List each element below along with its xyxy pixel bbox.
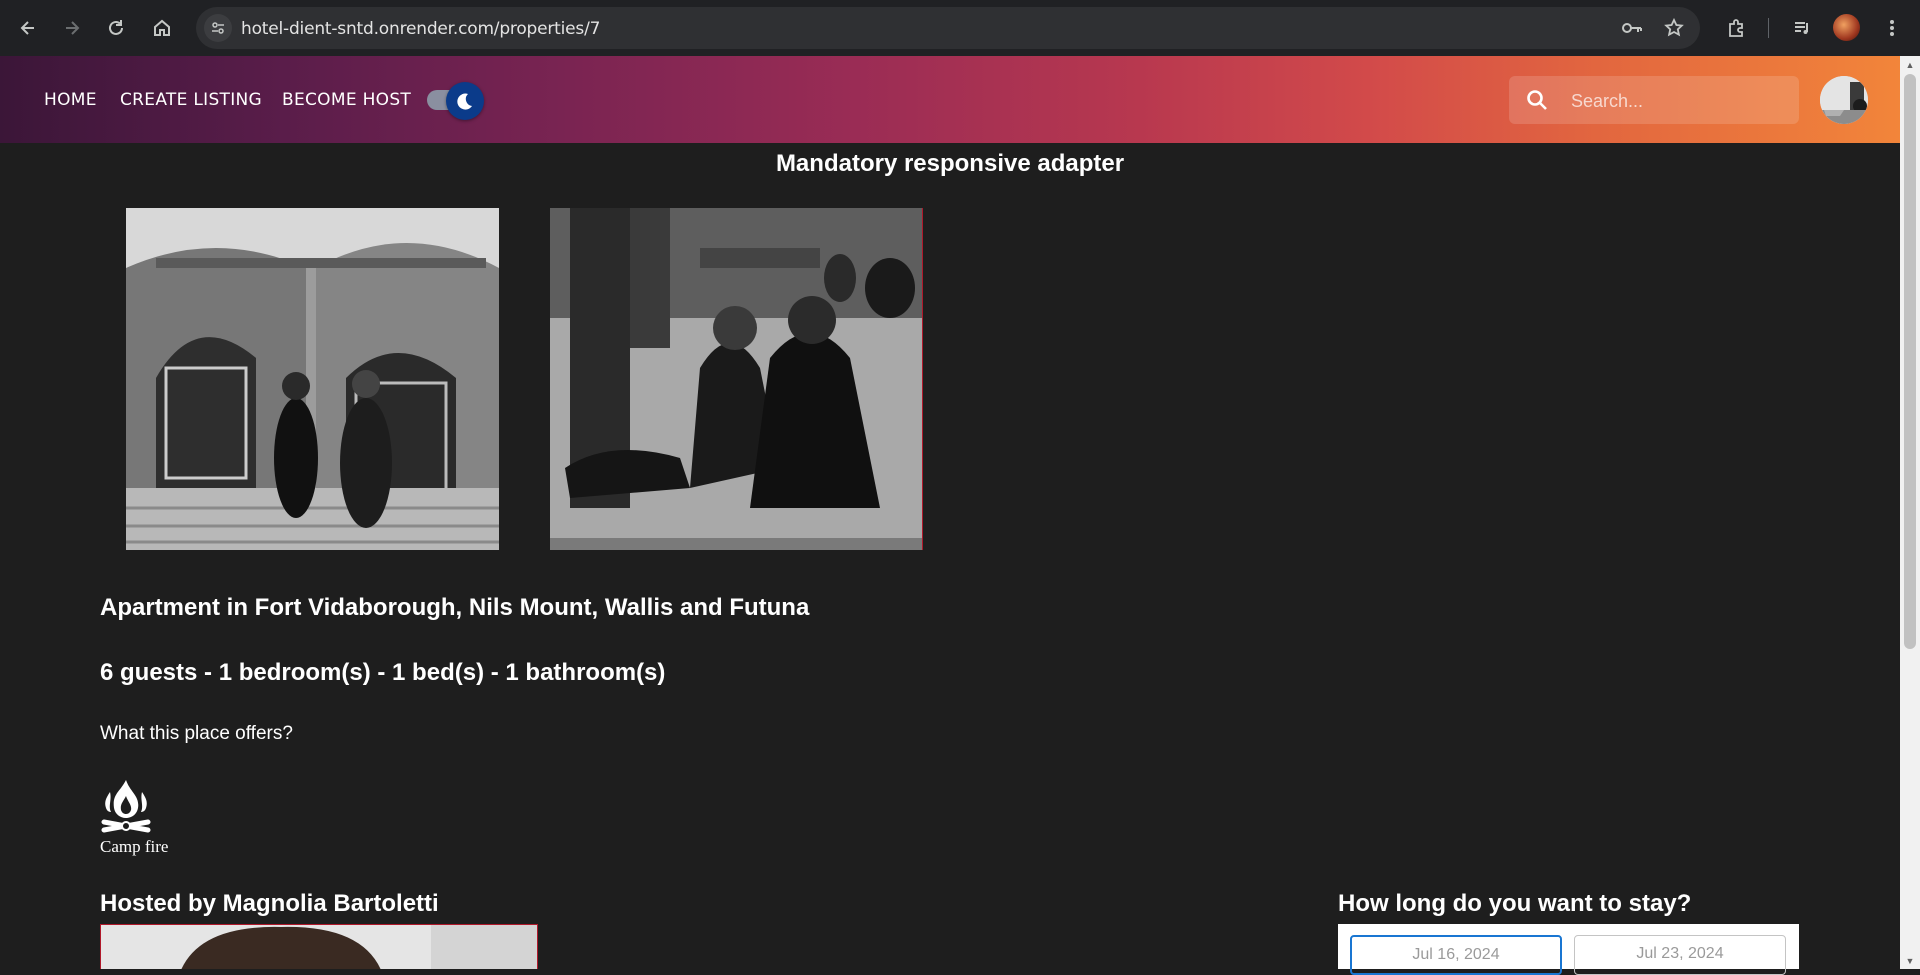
toolbar-divider bbox=[1768, 18, 1769, 38]
site-info-icon[interactable] bbox=[204, 14, 232, 42]
host-heading: Hosted by Magnolia Bartoletti bbox=[100, 890, 439, 917]
back-arrow-icon[interactable] bbox=[12, 12, 44, 44]
nav-create-listing-link[interactable]: CREATE LISTING bbox=[120, 90, 262, 110]
start-date-input[interactable]: Jul 16, 2024 bbox=[1350, 935, 1562, 975]
forward-arrow-icon[interactable] bbox=[56, 12, 88, 44]
page-scrollbar[interactable]: ▲ ▼ bbox=[1900, 56, 1920, 969]
home-icon[interactable] bbox=[146, 12, 178, 44]
app-header: HOME CREATE LISTING BECOME HOST bbox=[0, 56, 1900, 143]
bookmark-star-icon[interactable] bbox=[1662, 16, 1686, 40]
url-text[interactable]: hotel-dient-sntd.onrender.com/properties… bbox=[241, 19, 600, 39]
address-bar[interactable]: hotel-dient-sntd.onrender.com/properties… bbox=[196, 7, 1700, 49]
property-specs: 6 guests - 1 bedroom(s) - 1 bed(s) - 1 b… bbox=[100, 659, 666, 686]
search-input[interactable] bbox=[1569, 88, 1783, 114]
search-field[interactable] bbox=[1509, 76, 1799, 124]
search-icon bbox=[1527, 90, 1547, 110]
property-photo-church[interactable] bbox=[126, 208, 499, 550]
browser-toolbar: hotel-dient-sntd.onrender.com/properties… bbox=[0, 0, 1920, 56]
scroll-up-arrow-icon[interactable]: ▲ bbox=[1900, 56, 1920, 73]
campfire-icon bbox=[101, 780, 151, 833]
property-location: Apartment in Fort Vidaborough, Nils Moun… bbox=[100, 594, 810, 621]
property-photo-park[interactable] bbox=[550, 208, 923, 550]
reload-icon[interactable] bbox=[100, 12, 132, 44]
nav-home-link[interactable]: HOME bbox=[44, 90, 97, 110]
key-icon[interactable] bbox=[1620, 16, 1644, 40]
amenities-heading: What this place offers? bbox=[100, 723, 293, 744]
end-date-input[interactable]: Jul 23, 2024 bbox=[1574, 935, 1786, 975]
stay-duration-heading: How long do you want to stay? bbox=[1338, 890, 1692, 917]
more-menu-icon[interactable] bbox=[1876, 12, 1908, 44]
extensions-icon[interactable] bbox=[1720, 12, 1752, 44]
nav-become-host-link[interactable]: BECOME HOST bbox=[282, 90, 411, 110]
amenity-label: Camp fire bbox=[100, 837, 169, 856]
user-avatar[interactable] bbox=[1820, 76, 1868, 124]
media-control-icon[interactable] bbox=[1786, 12, 1818, 44]
host-photo bbox=[100, 924, 538, 969]
property-title: Mandatory responsive adapter bbox=[775, 150, 1125, 177]
browser-profile-avatar[interactable] bbox=[1833, 14, 1860, 41]
amenity-item: Camp fire bbox=[100, 778, 190, 857]
scroll-down-arrow-icon[interactable]: ▼ bbox=[1900, 952, 1920, 969]
date-range-picker: Jul 16, 2024 Jul 23, 2024 bbox=[1338, 924, 1799, 975]
moon-icon[interactable] bbox=[446, 82, 484, 120]
scroll-thumb[interactable] bbox=[1904, 74, 1916, 649]
